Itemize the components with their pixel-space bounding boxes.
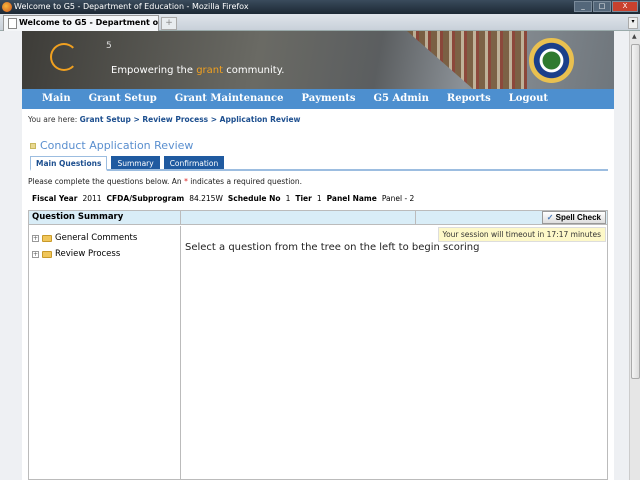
tab-confirmation[interactable]: Confirmation [163,156,225,169]
bullet-icon [30,142,36,149]
question-tree: + General Comments + Review Process [29,226,181,479]
breadcrumb-sep: > [208,115,220,124]
instructions: Please complete the questions below. An … [28,177,614,186]
tab-summary[interactable]: Summary [111,156,160,169]
instructions-text: Please complete the questions below. An [28,177,185,186]
question-table-header: Question Summary ✓ Spell Check [29,211,607,225]
nav-reports[interactable]: Reports [447,89,491,109]
cfda-label: CFDA/Subprogram [106,194,185,203]
tree-item-label[interactable]: Review Process [55,249,120,259]
g5-logo [50,43,78,71]
tree-item-label[interactable]: General Comments [55,233,137,243]
panel-label: Panel Name [326,194,377,203]
breadcrumb-prefix: You are here: [28,115,80,124]
library-image [407,31,527,89]
tier-label: Tier [295,194,312,203]
page-title: Conduct Application Review [40,139,194,152]
tab-list-button[interactable]: ▾ [628,17,638,29]
cfda: 84.215W [189,194,223,203]
session-timeout-notice: Your session will timeout in 17:17 minut… [437,227,606,242]
breadcrumb-application-review[interactable]: Application Review [220,115,301,124]
scrollbar-thumb[interactable] [631,44,640,379]
fiscal-year-label: Fiscal Year [32,194,78,203]
department-seal [529,38,574,83]
nav-grant-setup[interactable]: Grant Setup [89,89,157,109]
tagline: Empowering the grant community. [111,65,284,76]
breadcrumb: You are here: Grant Setup > Review Proce… [22,109,614,133]
tagline-text-end: community. [223,65,285,76]
scoring-prompt: Select a question from the tree on the l… [185,242,480,253]
folder-icon [42,250,52,258]
expand-icon[interactable]: + [32,234,39,242]
maximize-button[interactable]: □ [593,1,611,12]
application-meta: Fiscal Year 2011 CFDA/Subprogram 84.215W S… [32,194,614,203]
breadcrumb-review-process[interactable]: Review Process [142,115,208,124]
question-table: Question Summary ✓ Spell Check + General… [28,210,608,480]
tree-item-review-process[interactable]: + Review Process [29,246,180,262]
nav-grant-maintenance[interactable]: Grant Maintenance [175,89,284,109]
page-container: 5 Empowering the grant community. Main G… [22,31,614,480]
header-cell [181,211,416,224]
banner: 5 Empowering the grant community. [22,31,614,89]
folder-icon [42,234,52,242]
minimize-button[interactable]: _ [574,1,592,12]
window-title-bar: Welcome to G5 - Department of Education … [0,0,640,14]
tree-item-general-comments[interactable]: + General Comments [29,230,180,246]
spell-check-label: Spell Check [555,213,601,222]
breadcrumb-sep: > [130,115,143,124]
spell-check-icon: ✓ [546,213,554,222]
schedule: 1 [285,194,291,203]
nav-main[interactable]: Main [42,89,71,109]
tagline-accent: grant [196,65,224,76]
browser-tab[interactable]: Welcome to G5 - Department of Edu... [3,15,159,31]
tagline-text: Empowering the [111,65,197,76]
main-nav: Main Grant Setup Grant Maintenance Payme… [22,89,614,109]
panel: Panel - 2 [381,194,415,203]
g5-logo-sup: 5 [106,41,112,51]
instructions-text-end: indicates a required question. [187,177,303,186]
firefox-icon [2,2,12,12]
tier: 1 [316,194,322,203]
spell-check-button[interactable]: ✓ Spell Check [541,211,606,224]
expand-icon[interactable]: + [32,250,39,258]
schedule-label: Schedule No [227,194,281,203]
new-tab-button[interactable]: + [161,17,177,30]
page-heading: Conduct Application Review [30,139,614,152]
browser-tab-bar: Welcome to G5 - Department of Edu... + ▾ [0,14,640,31]
window-title: Welcome to G5 - Department of Education … [14,2,249,11]
vertical-scrollbar[interactable]: ▲ [629,31,640,480]
scroll-up-icon[interactable]: ▲ [632,33,637,40]
nav-logout[interactable]: Logout [509,89,548,109]
nav-g5-admin[interactable]: G5 Admin [374,89,429,109]
question-summary-header: Question Summary [29,211,181,224]
breadcrumb-grant-setup[interactable]: Grant Setup [80,115,131,124]
nav-payments[interactable]: Payments [301,89,355,109]
tab-main-questions[interactable]: Main Questions [30,156,108,171]
page-tabs: Main Questions Summary Confirmation [30,156,608,171]
close-button[interactable]: X [612,1,638,12]
fiscal-year: 2011 [82,194,102,203]
